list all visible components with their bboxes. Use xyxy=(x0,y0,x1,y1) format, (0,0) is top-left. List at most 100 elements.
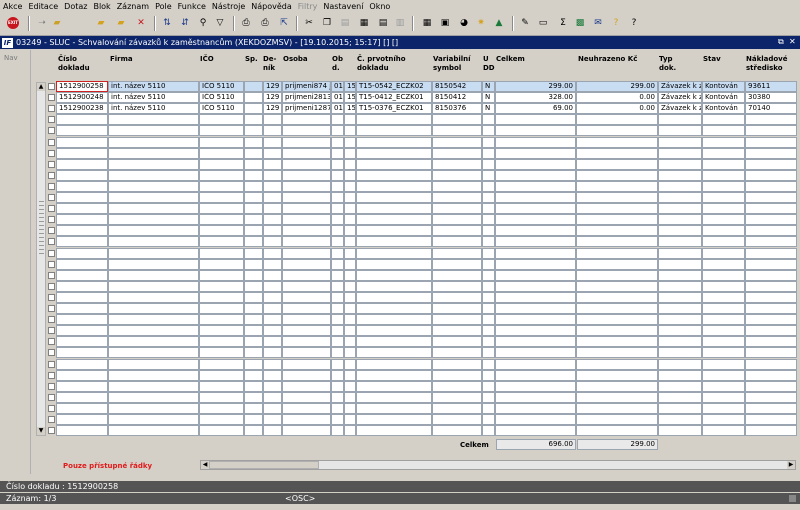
cell-obd[interactable] xyxy=(331,125,344,136)
cell-stav[interactable]: Kontován xyxy=(702,103,745,114)
cell-stredisko[interactable] xyxy=(745,425,797,436)
cell-stredisko[interactable] xyxy=(745,270,797,281)
column-header-10[interactable]: Celkem xyxy=(496,55,525,64)
cell-obd2[interactable] xyxy=(344,137,356,148)
cell-sp[interactable] xyxy=(244,236,263,247)
cell-vs[interactable] xyxy=(432,347,482,358)
cell-udd[interactable] xyxy=(482,325,495,336)
menu-item-8[interactable]: Nápověda xyxy=(248,0,295,13)
cell-sp[interactable] xyxy=(244,148,263,159)
cell-firma[interactable] xyxy=(108,248,199,259)
cell-prvotni[interactable] xyxy=(356,236,432,247)
cell-osoba[interactable] xyxy=(282,236,331,247)
cell-prvotni[interactable] xyxy=(356,303,432,314)
cell-udd[interactable] xyxy=(482,259,495,270)
excel-icon[interactable]: ▩ xyxy=(573,16,587,30)
cell-sp[interactable] xyxy=(244,281,263,292)
row-checkbox[interactable] xyxy=(48,294,55,301)
cell-typ[interactable] xyxy=(658,137,702,148)
cell-udd[interactable] xyxy=(482,292,495,303)
cell-cislo[interactable] xyxy=(56,137,108,148)
cell-vs[interactable] xyxy=(432,370,482,381)
cell-stredisko[interactable] xyxy=(745,325,797,336)
cell-denik[interactable] xyxy=(263,214,282,225)
search-icon[interactable]: ⚲ xyxy=(196,16,210,30)
cell-obd[interactable] xyxy=(331,281,344,292)
cell-stredisko[interactable] xyxy=(745,114,797,125)
cell-vs[interactable] xyxy=(432,403,482,414)
cell-neuhrazeno[interactable] xyxy=(576,148,658,159)
cell-firma[interactable]: int. název 5110 xyxy=(108,103,199,114)
cell-cislo[interactable] xyxy=(56,347,108,358)
cell-osoba[interactable] xyxy=(282,281,331,292)
cell-udd[interactable] xyxy=(482,314,495,325)
exit-icon[interactable]: EXIT xyxy=(6,16,20,30)
cell-udd[interactable] xyxy=(482,281,495,292)
menu-item-2[interactable]: Dotaz xyxy=(61,0,90,13)
menu-item-6[interactable]: Funkce xyxy=(175,0,209,13)
cell-osoba[interactable] xyxy=(282,259,331,270)
cell-cislo[interactable] xyxy=(56,270,108,281)
remove-row-icon[interactable]: ▥ xyxy=(393,16,407,30)
cell-udd[interactable] xyxy=(482,370,495,381)
cell-ico[interactable]: IČO 5110 xyxy=(199,103,244,114)
cell-denik[interactable] xyxy=(263,381,282,392)
cell-typ[interactable] xyxy=(658,347,702,358)
cell-obd2[interactable] xyxy=(344,270,356,281)
cell-typ[interactable]: Závazek k z xyxy=(658,92,702,103)
scroll-up-icon[interactable]: ▲ xyxy=(37,83,45,91)
cell-neuhrazeno[interactable] xyxy=(576,281,658,292)
cell-stav[interactable] xyxy=(702,203,745,214)
cell-obd2[interactable] xyxy=(344,303,356,314)
cell-ico[interactable] xyxy=(199,303,244,314)
cell-obd[interactable] xyxy=(331,370,344,381)
row-checkbox[interactable] xyxy=(48,349,55,356)
row-checkbox[interactable] xyxy=(48,394,55,401)
cell-stredisko[interactable] xyxy=(745,214,797,225)
cell-neuhrazeno[interactable] xyxy=(576,414,658,425)
cell-denik[interactable] xyxy=(263,203,282,214)
column-header-2[interactable]: IČO xyxy=(200,55,214,64)
cell-osoba[interactable]: prijmeni874 jm xyxy=(282,81,331,92)
menu-item-4[interactable]: Záznam xyxy=(114,0,152,13)
cell-obd2[interactable] xyxy=(344,181,356,192)
form-icon[interactable]: ▣ xyxy=(438,16,452,30)
cell-stredisko[interactable] xyxy=(745,170,797,181)
cell-prvotni[interactable] xyxy=(356,414,432,425)
cell-udd[interactable] xyxy=(482,225,495,236)
nav-panel[interactable]: Nav xyxy=(0,50,31,474)
cell-osoba[interactable] xyxy=(282,359,331,370)
cell-denik[interactable] xyxy=(263,137,282,148)
vertical-scrollbar[interactable]: ▲ ▼ xyxy=(36,82,46,436)
cell-udd[interactable] xyxy=(482,347,495,358)
cell-vs[interactable] xyxy=(432,270,482,281)
cell-neuhrazeno[interactable] xyxy=(576,370,658,381)
cell-vs[interactable] xyxy=(432,392,482,403)
cell-obd2[interactable] xyxy=(344,170,356,181)
cell-celkem[interactable] xyxy=(495,347,576,358)
cell-vs[interactable] xyxy=(432,225,482,236)
row-checkbox[interactable] xyxy=(48,261,55,268)
cell-sp[interactable] xyxy=(244,370,263,381)
scroll-thumb[interactable] xyxy=(209,461,319,469)
cell-obd[interactable] xyxy=(331,359,344,370)
cell-neuhrazeno[interactable] xyxy=(576,214,658,225)
print-preview-icon[interactable]: ⎙ xyxy=(258,16,272,30)
menu-item-1[interactable]: Editace xyxy=(25,0,61,13)
cell-obd[interactable]: 01 xyxy=(331,103,344,114)
cell-osoba[interactable] xyxy=(282,214,331,225)
cell-vs[interactable] xyxy=(432,114,482,125)
column-header-11[interactable]: Neuhrazeno Kč xyxy=(578,55,637,64)
cell-sp[interactable] xyxy=(244,303,263,314)
cell-osoba[interactable] xyxy=(282,347,331,358)
cell-udd[interactable]: N xyxy=(482,81,495,92)
cell-typ[interactable] xyxy=(658,203,702,214)
cell-cislo[interactable] xyxy=(56,381,108,392)
cell-celkem[interactable] xyxy=(495,125,576,136)
cell-stav[interactable] xyxy=(702,259,745,270)
cell-typ[interactable] xyxy=(658,314,702,325)
cell-prvotni[interactable] xyxy=(356,381,432,392)
mail-icon[interactable]: ✉ xyxy=(591,16,605,30)
cell-osoba[interactable] xyxy=(282,381,331,392)
cell-firma[interactable] xyxy=(108,325,199,336)
